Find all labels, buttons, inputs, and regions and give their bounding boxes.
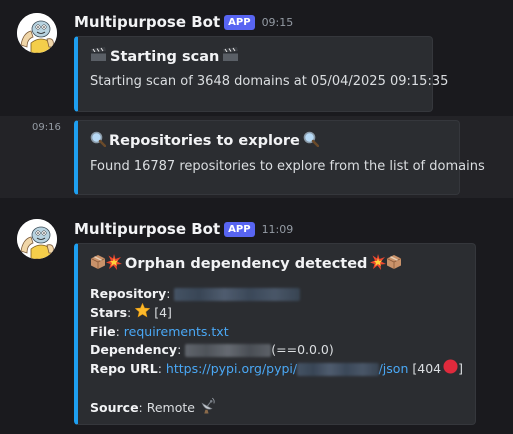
message-header: Multipurpose Bot APP 09:15 [74,13,293,31]
embed-fields: Repository: Stars: [4] File: requirement… [90,285,463,419]
message-header: Multipurpose Bot APP 11:09 [74,220,293,238]
repo-url-prefix[interactable]: https://pypi.org/pypi/ [166,360,297,378]
source-value: Remote [146,400,195,415]
repo-url-suffix[interactable]: /json [379,360,409,378]
field-stars: Stars: [4] [90,302,463,323]
field-repository: Repository: [90,285,463,303]
magnifying-glass-icon [303,131,320,151]
embed-repositories: Repositories to explore Found 16787 repo… [74,120,485,195]
collision-icon [106,254,122,274]
embed-title-text: Starting scan [110,48,220,65]
clapper-board-icon [90,47,107,66]
embed-description: Starting scan of 3648 domains at 05/04/2… [90,74,449,89]
repo-url-status: [404 [412,361,442,376]
app-badge: APP [224,14,255,30]
field-dependency: Dependency: (==0.0.0) [90,342,334,357]
package-icon [90,254,106,274]
field-repo-url: Repo URL: https://pypi.org/pypi/ /json [… [90,359,463,379]
embed-title-text: Repositories to explore [109,133,300,149]
redacted-repository [174,287,301,301]
embed-title: Repositories to explore [90,131,447,151]
field-label: Stars [90,305,128,320]
file-link[interactable]: requirements.txt [124,323,229,341]
clapper-board-icon [222,47,239,66]
embed-title-text: Orphan dependency detected [125,256,368,272]
redacted-dependency [185,343,272,357]
side-timestamp[interactable]: 09:16 [32,122,61,133]
field-label: Repository [90,286,167,301]
repo-url-status-close: ] [458,361,463,376]
embed-title: Orphan dependency detected [90,254,463,274]
collision-icon [370,254,387,274]
embed-title: Starting scan [90,47,420,66]
chat-panel: Multipurpose Bot APP 09:15 Starting scan… [0,0,513,434]
field-file: File: requirements.txt [90,323,229,341]
field-label: Dependency [90,342,178,357]
stars-value: [4] [154,305,172,320]
package-icon [386,254,402,274]
embed-description: Found 16787 repositories to explore from… [90,159,485,174]
satellite-antenna-icon [199,397,216,419]
field-label: Repo URL [90,361,158,376]
magnifying-glass-icon [90,131,107,151]
username[interactable]: Multipurpose Bot [74,220,220,238]
timestamp[interactable]: 09:15 [262,16,294,29]
field-label: File [90,324,116,339]
red-circle-icon [443,359,458,379]
app-badge: APP [224,221,255,237]
field-label: Source [90,400,139,415]
bot-avatar[interactable] [17,219,57,259]
username[interactable]: Multipurpose Bot [74,13,220,31]
bot-avatar[interactable] [17,13,57,53]
timestamp[interactable]: 11:09 [262,223,294,236]
dependency-version: (==0.0.0) [271,342,334,357]
embed-starting-scan: Starting scan Starting scan of 3648 doma… [74,36,449,112]
embed-orphan-dependency: Orphan dependency detected Repository: S… [74,243,476,425]
field-source: Source: Remote [90,397,463,419]
redacted-package-name[interactable] [297,362,379,376]
star-icon [135,302,151,323]
